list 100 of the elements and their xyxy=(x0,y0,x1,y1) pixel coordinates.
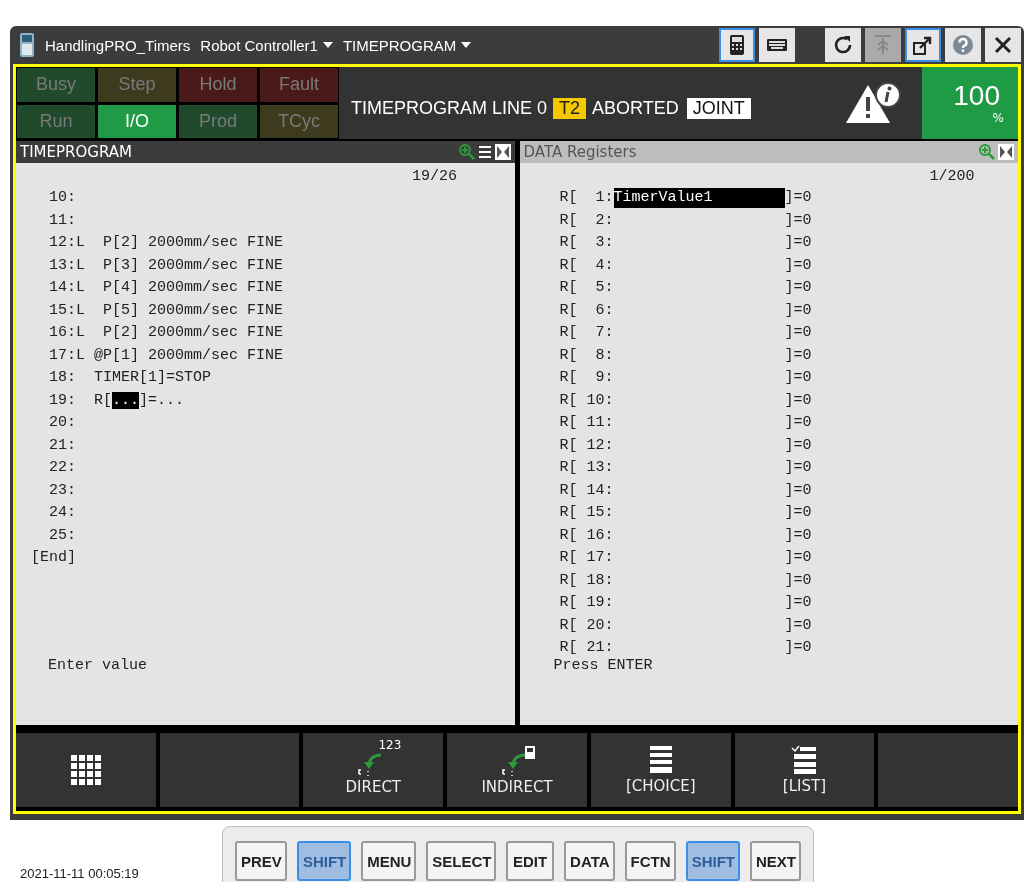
register-index: R[ 15: xyxy=(559,503,614,523)
register-value: ]=0 xyxy=(784,255,812,276)
program-line: 25: xyxy=(48,526,76,544)
program-line: 17:L @P[1] 2000mm/sec FINE xyxy=(48,346,284,364)
timestamp: 2021-11-11 00:05:19 xyxy=(20,866,139,881)
register-index: R[ 10: xyxy=(559,390,614,411)
function-key[interactable]: [LIST] xyxy=(734,733,875,807)
register-value: ]=0 xyxy=(784,210,812,231)
status-lamp: Prod xyxy=(179,104,257,138)
register-index: R[ 16: xyxy=(559,525,614,546)
register-index: R[ 6: xyxy=(559,300,614,321)
status-lamp: Step xyxy=(98,68,176,102)
register-index: R[ 4: xyxy=(559,255,614,276)
register-value: ]=0 xyxy=(784,638,812,658)
program-line: 10: xyxy=(48,189,76,206)
register-value: ]=0 xyxy=(784,368,812,388)
program-line: 12:L P[2] 2000mm/sec FINE xyxy=(48,234,284,251)
register-index: R[ 2: xyxy=(559,210,614,231)
register-value: ]=0 xyxy=(784,278,812,298)
register-index: R[ 13: xyxy=(559,458,614,478)
program-line: 13:L P[3] 2000mm/sec FINE xyxy=(48,256,284,274)
title-menu[interactable]: TIMEPROGRAM xyxy=(342,36,472,54)
pendant-key[interactable]: EDIT xyxy=(506,841,555,881)
function-key[interactable]: [CHOICE] xyxy=(590,733,731,807)
app-title: HandlingPRO_Timers xyxy=(45,36,191,54)
close-button[interactable] xyxy=(985,28,1021,62)
help-icon xyxy=(951,33,975,57)
override-unit: % xyxy=(992,111,1004,125)
status-lamp: Run xyxy=(17,104,95,138)
mode-badge: T2 xyxy=(553,97,587,119)
title-menu[interactable]: Robot Controller1 xyxy=(200,36,333,54)
pane-title: DATA Registers xyxy=(523,143,637,161)
register-index: R[ 19: xyxy=(559,593,614,613)
register-index: R[ 8: xyxy=(559,345,614,366)
program-line: 18: TIMER[1]=STOP xyxy=(48,369,212,386)
register-comment[interactable]: TimerValue1 xyxy=(613,188,785,208)
key-label: [LIST] xyxy=(782,777,826,795)
program-line: 16:L P[2] 2000mm/sec FINE xyxy=(48,324,284,341)
edit-cursor[interactable]: ... xyxy=(112,391,140,409)
register-value: ]=0 xyxy=(784,188,812,208)
pendant-key[interactable]: PREV xyxy=(235,841,287,881)
pendant-key[interactable]: FCTN xyxy=(624,841,676,881)
status-lamp: Hold xyxy=(179,68,257,102)
register-index: R[ 20: xyxy=(559,615,614,636)
program-line: 23: xyxy=(48,481,76,499)
register-value: ]=0 xyxy=(784,345,812,366)
maximize-icon xyxy=(494,144,511,160)
maximize-icon xyxy=(998,144,1014,160)
function-key[interactable]: 123 DIRECT xyxy=(303,733,444,807)
coord-badge: JOINT xyxy=(686,97,751,119)
program-line: 21: xyxy=(48,436,76,454)
status-lamp: TCyc xyxy=(260,104,338,138)
register-index: R[ 11: xyxy=(559,413,614,433)
popout-button[interactable] xyxy=(905,28,941,62)
register-value: ]=0 xyxy=(784,390,812,411)
line-position: 19/26 xyxy=(412,167,458,187)
register-index: R[ 18: xyxy=(559,570,614,591)
function-key[interactable] xyxy=(16,733,156,807)
grid-icon xyxy=(70,755,101,785)
menu-icon xyxy=(477,145,492,159)
program-line: [End] xyxy=(30,549,76,566)
register-index: R[ 3: xyxy=(559,233,614,253)
pendant-key[interactable]: NEXT xyxy=(749,841,802,881)
number-label: 123 xyxy=(378,738,402,752)
register-index: R[ 21: xyxy=(559,638,614,658)
key-label: [CHOICE] xyxy=(625,777,696,795)
state-text: ABORTED xyxy=(592,97,679,119)
function-key[interactable]: INDIRECT xyxy=(447,733,587,807)
zoom-icon xyxy=(979,144,995,160)
program-line: 22: xyxy=(48,459,76,476)
zoom-icon xyxy=(458,144,475,160)
caret-icon xyxy=(322,42,333,48)
pendant-key[interactable]: SELECT xyxy=(426,841,497,881)
list-position: 1/200 xyxy=(929,167,976,187)
register-value: ]=0 xyxy=(784,323,812,343)
pendant-icon xyxy=(19,32,35,58)
override-value: 100 xyxy=(953,81,1000,111)
pendant-key[interactable]: DATA xyxy=(564,841,615,881)
keyboard-button[interactable] xyxy=(759,28,795,62)
register-value: ]=0 xyxy=(784,503,812,523)
warning-info-icon xyxy=(844,81,904,125)
register-value: ]=0 xyxy=(784,615,812,636)
register-value: ]=0 xyxy=(784,435,812,456)
register-value: ]=0 xyxy=(784,413,812,433)
program-line: 15:L P[5] 2000mm/sec FINE xyxy=(48,301,284,319)
register-value: ]=0 xyxy=(784,300,812,321)
register-index: R[ 5: xyxy=(559,278,614,298)
register-value: ]=0 xyxy=(784,458,812,478)
register-value: ]=0 xyxy=(784,570,812,591)
pendant-key[interactable]: MENU xyxy=(361,841,417,881)
refresh-button[interactable] xyxy=(825,28,861,62)
program-line: 14:L P[4] 2000mm/sec FINE xyxy=(48,279,284,296)
register-value: ]=0 xyxy=(784,525,812,546)
pendant-button[interactable] xyxy=(719,28,755,62)
checklist-icon xyxy=(791,745,818,775)
program-line-rest: ]=... xyxy=(139,391,185,409)
program-line: 20: xyxy=(48,414,76,431)
prompt-text: Enter value xyxy=(48,657,148,674)
program-line: 11: xyxy=(48,211,76,229)
register-value: ]=0 xyxy=(784,548,812,568)
